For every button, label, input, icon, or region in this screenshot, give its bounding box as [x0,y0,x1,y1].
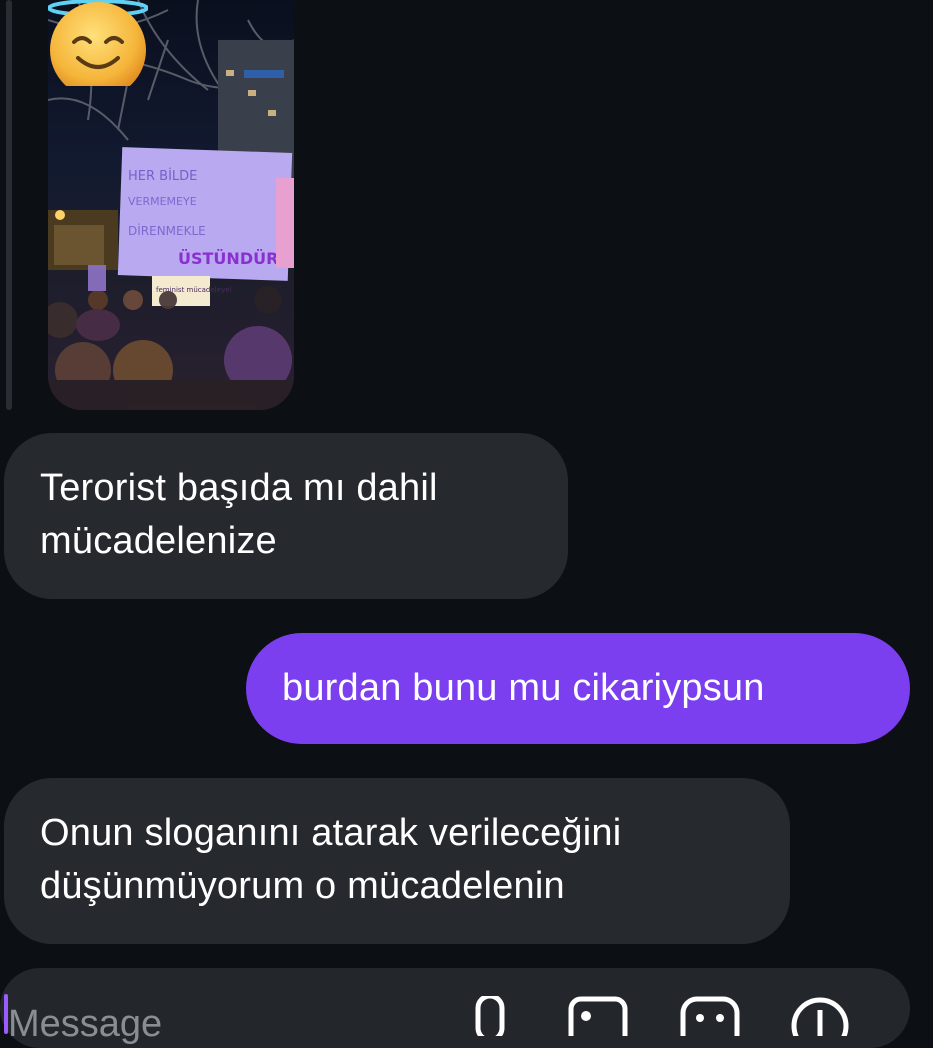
plus-icon[interactable] [790,996,850,1036]
svg-text:DİRENMEKLE: DİRENMEKLE [128,223,206,238]
reply-thread-line [6,0,12,410]
sign-text-highlight: ÜSTÜNDÜR [178,249,278,268]
message-text: Onun sloganını atarak verileceğini düşün… [40,812,622,907]
message-text: Terorist başıda mı dahil mücadelenize [40,467,438,562]
incoming-message[interactable]: Onun sloganını atarak verileceğini düşün… [4,778,790,944]
sign-text: HER BİLDE [128,168,197,184]
shared-photo[interactable]: HER BİLDE VERMEMEYE DİRENMEKLE ÜSTÜNDÜR … [48,0,294,410]
microphone-icon[interactable] [460,996,520,1036]
image-icon[interactable] [568,996,628,1036]
smiling-face-with-halo-icon [48,0,148,86]
incoming-message[interactable]: Terorist başıda mı dahil mücadelenize [4,433,568,599]
sticker-icon[interactable] [680,996,740,1036]
message-input[interactable]: Message [8,1004,162,1044]
svg-text:VERMEMEYE: VERMEMEYE [128,195,197,208]
outgoing-message[interactable]: burdan bunu mu cikariypsun [246,633,910,744]
message-text: burdan bunu mu cikariypsun [282,667,765,709]
